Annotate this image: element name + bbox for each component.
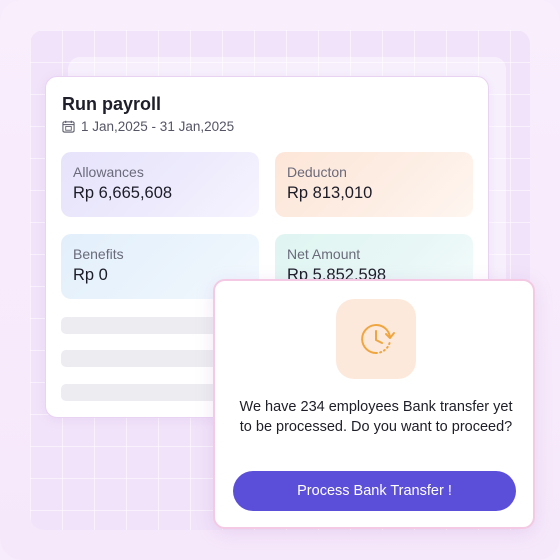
process-bank-transfer-button[interactable]: Process Bank Transfer ! (233, 471, 516, 511)
date-range-text: 1 Jan,2025 - 31 Jan,2025 (81, 119, 235, 134)
date-range: 1 Jan,2025 - 31 Jan,2025 (62, 119, 234, 134)
allowances-label: Allowances (73, 164, 144, 180)
skeleton-row (61, 317, 221, 334)
background-frame: Run payroll 1 Jan,2025 - 31 Jan,2025 All… (0, 0, 560, 560)
bank-transfer-dialog: We have 234 employees Bank transfer yet … (213, 279, 535, 529)
skeleton-row (61, 350, 221, 367)
deduction-value: Rp 813,010 (287, 184, 373, 202)
allowances-value: Rp 6,665,608 (73, 184, 173, 202)
skeleton-row (61, 384, 221, 401)
net-amount-label: Net Amount (287, 246, 361, 262)
allowances-tile[interactable]: Allowances Rp 6,665,608 (61, 152, 259, 217)
deduction-tile[interactable]: Deducton Rp 813,010 (275, 152, 473, 217)
pending-icon-badge (336, 299, 416, 379)
clock-refresh-icon (361, 324, 395, 355)
calendar-icon (62, 120, 75, 133)
deduction-label: Deducton (287, 164, 347, 180)
dialog-message: We have 234 employees Bank transfer yet … (239, 399, 513, 435)
benefits-label: Benefits (73, 246, 124, 262)
page-title: Run payroll (62, 94, 162, 114)
